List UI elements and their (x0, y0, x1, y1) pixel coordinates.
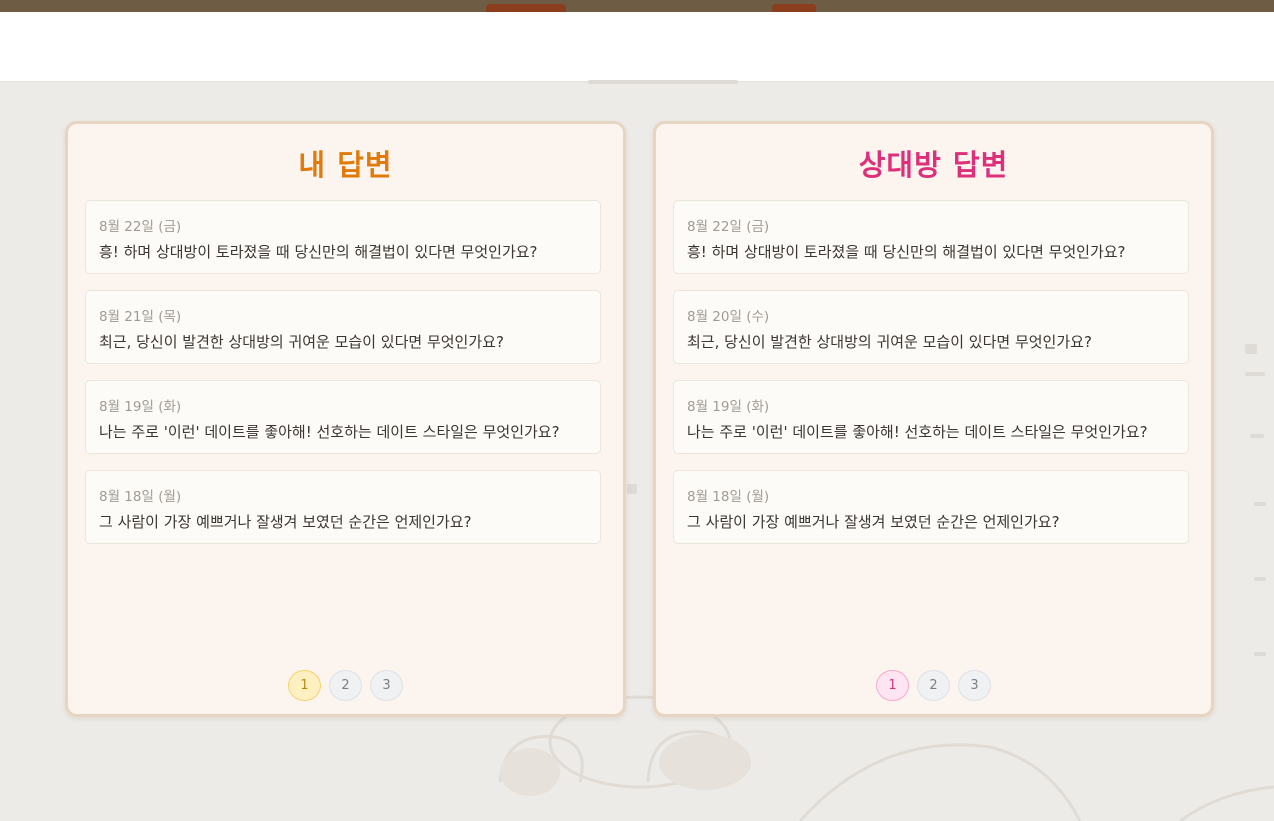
answer-card[interactable]: 8월 20일 (수) 최근, 당신이 발견한 상대방의 귀여운 모습이 있다면 … (673, 290, 1189, 364)
background-banner-strip (0, 0, 1274, 12)
answer-question: 최근, 당신이 발견한 상대방의 귀여운 모습이 있다면 무엇인가요? (99, 333, 504, 351)
panel-title: 상대방 답변 (858, 148, 1009, 182)
answer-card[interactable]: 8월 21일 (목) 최근, 당신이 발견한 상대방의 귀여운 모습이 있다면 … (85, 290, 601, 364)
page-button-1[interactable]: 1 (876, 670, 909, 701)
answer-date: 8월 18일 (월) (99, 489, 182, 505)
pagination: 1 2 3 (68, 670, 623, 701)
page-button-2[interactable]: 2 (917, 670, 950, 701)
partner-answers-panel: 상대방 답변 8월 22일 (금) 흥! 하며 상대방이 토라졌을 때 당신만의… (653, 121, 1214, 717)
page-button-2[interactable]: 2 (329, 670, 362, 701)
answer-question: 나는 주로 '이런' 데이트를 좋아해! 선호하는 데이트 스타일은 무엇인가요… (687, 423, 1148, 441)
answer-card[interactable]: 8월 19일 (화) 나는 주로 '이런' 데이트를 좋아해! 선호하는 데이트… (673, 380, 1189, 454)
answer-card[interactable]: 8월 18일 (월) 그 사람이 가장 예쁘거나 잘생겨 보였던 순간은 언제인… (85, 470, 601, 544)
answer-question: 흥! 하며 상대방이 토라졌을 때 당신만의 해결법이 있다면 무엇인가요? (687, 243, 1126, 261)
answer-card[interactable]: 8월 22일 (금) 흥! 하며 상대방이 토라졌을 때 당신만의 해결법이 있… (673, 200, 1189, 274)
answer-date: 8월 22일 (금) (687, 219, 770, 235)
answer-date: 8월 21일 (목) (99, 309, 182, 325)
page-button-1[interactable]: 1 (288, 670, 321, 701)
answer-question: 그 사람이 가장 예쁘거나 잘생겨 보였던 순간은 언제인가요? (99, 513, 472, 531)
pagination: 1 2 3 (656, 670, 1211, 701)
answer-date: 8월 19일 (화) (99, 399, 182, 415)
answer-question: 흥! 하며 상대방이 토라졌을 때 당신만의 해결법이 있다면 무엇인가요? (99, 243, 538, 261)
header-bar (0, 12, 1274, 82)
answer-date: 8월 18일 (월) (687, 489, 770, 505)
answer-question: 최근, 당신이 발견한 상대방의 귀여운 모습이 있다면 무엇인가요? (687, 333, 1092, 351)
page-button-3[interactable]: 3 (370, 670, 403, 701)
panel-title: 내 답변 (298, 148, 393, 182)
answer-card[interactable]: 8월 19일 (화) 나는 주로 '이런' 데이트를 좋아해! 선호하는 데이트… (85, 380, 601, 454)
my-answers-panel: 내 답변 8월 22일 (금) 흥! 하며 상대방이 토라졌을 때 당신만의 해… (65, 121, 626, 717)
answer-question: 그 사람이 가장 예쁘거나 잘생겨 보였던 순간은 언제인가요? (687, 513, 1060, 531)
answer-card[interactable]: 8월 18일 (월) 그 사람이 가장 예쁘거나 잘생겨 보였던 순간은 언제인… (673, 470, 1189, 544)
answer-question: 나는 주로 '이런' 데이트를 좋아해! 선호하는 데이트 스타일은 무엇인가요… (99, 423, 560, 441)
answer-date: 8월 19일 (화) (687, 399, 770, 415)
answer-date: 8월 22일 (금) (99, 219, 182, 235)
answer-card[interactable]: 8월 22일 (금) 흥! 하며 상대방이 토라졌을 때 당신만의 해결법이 있… (85, 200, 601, 274)
page-button-3[interactable]: 3 (958, 670, 991, 701)
answer-date: 8월 20일 (수) (687, 309, 770, 325)
